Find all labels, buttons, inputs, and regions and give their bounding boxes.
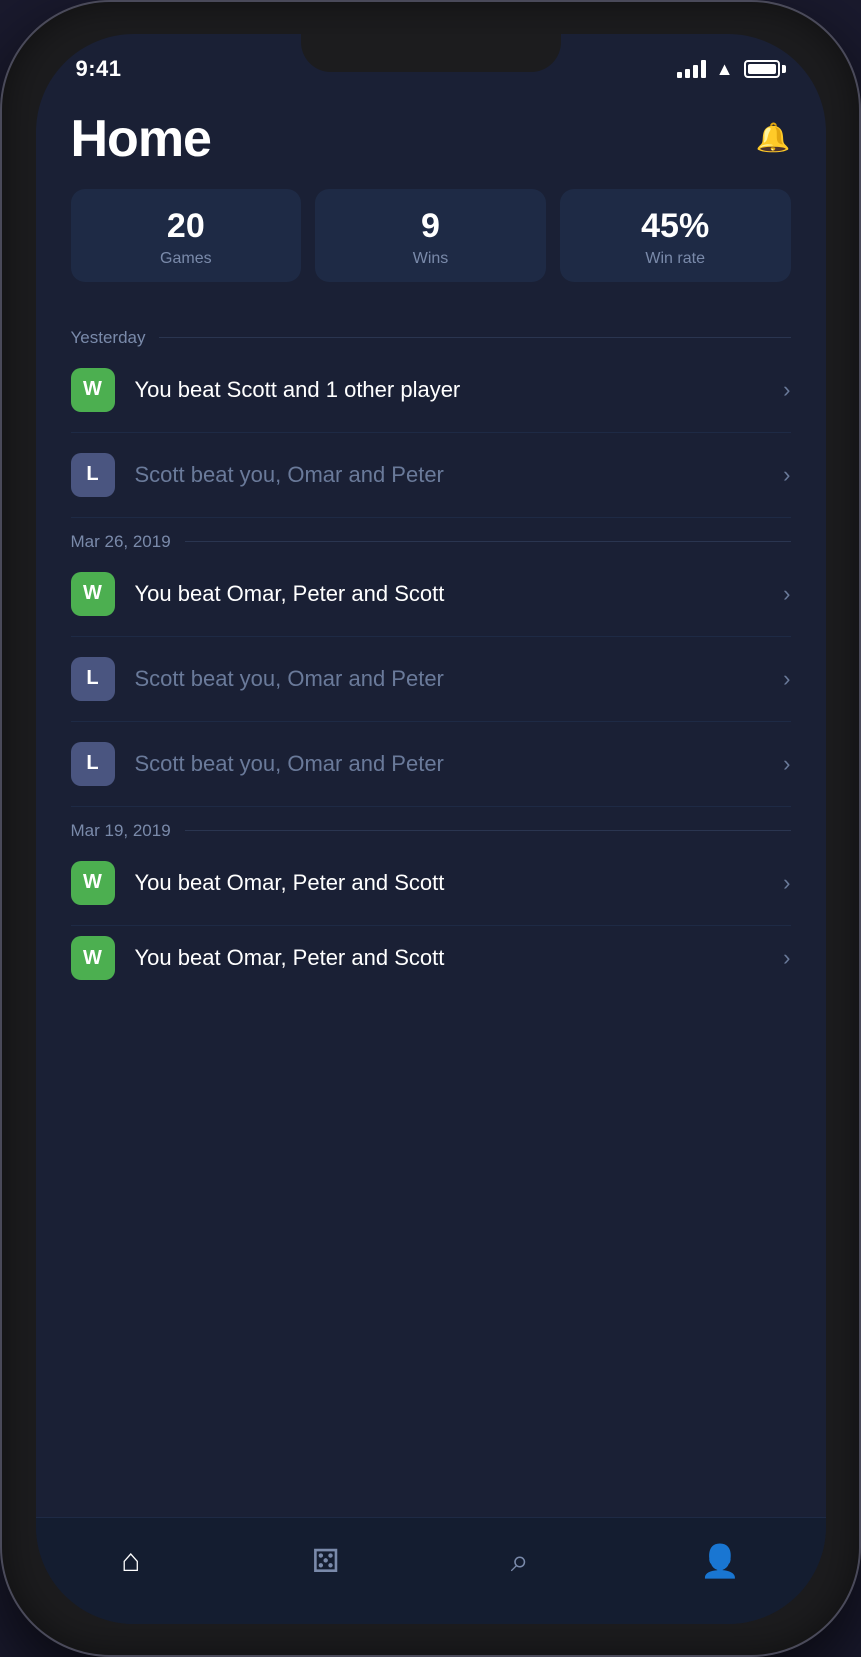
section-header-mar19: Mar 19, 2019	[71, 807, 791, 841]
game-list-scroll[interactable]: Yesterday W You beat Scott and 1 other p…	[71, 314, 791, 1517]
bottom-nav: ⌂ ⚄ ⌕ 👤	[36, 1517, 826, 1624]
chevron-right-icon: ›	[783, 462, 790, 488]
section-divider	[185, 541, 791, 542]
header: Home 🔔	[71, 89, 791, 189]
loss-badge: L	[71, 742, 115, 786]
game-text: You beat Scott and 1 other player	[135, 377, 774, 403]
section-label-mar19: Mar 19, 2019	[71, 821, 171, 841]
games-value: 20	[83, 207, 290, 246]
chevron-right-icon: ›	[783, 581, 790, 607]
nav-item-games[interactable]: ⚄	[292, 1534, 360, 1588]
list-item[interactable]: W You beat Omar, Peter and Scott ›	[71, 841, 791, 926]
chevron-right-icon: ›	[783, 377, 790, 403]
game-text: You beat Omar, Peter and Scott	[135, 870, 774, 896]
list-item[interactable]: W You beat Omar, Peter and Scott ›	[71, 926, 791, 991]
list-item[interactable]: L Scott beat you, Omar and Peter ›	[71, 433, 791, 518]
home-icon: ⌂	[121, 1542, 140, 1579]
game-text: Scott beat you, Omar and Peter	[135, 751, 774, 777]
chevron-right-icon: ›	[783, 870, 790, 896]
section-divider	[185, 830, 791, 831]
notch	[301, 34, 561, 72]
signal-icon	[677, 60, 706, 78]
list-item[interactable]: W You beat Scott and 1 other player ›	[71, 348, 791, 433]
search-icon: ⌕	[511, 1542, 529, 1580]
stat-card-games: 20 Games	[71, 189, 302, 282]
list-item[interactable]: L Scott beat you, Omar and Peter ›	[71, 637, 791, 722]
list-item[interactable]: L Scott beat you, Omar and Peter ›	[71, 722, 791, 807]
battery-icon	[744, 60, 786, 78]
dice-icon: ⚄	[312, 1542, 340, 1580]
section-header-yesterday: Yesterday	[71, 314, 791, 348]
game-text: You beat Omar, Peter and Scott	[135, 581, 774, 607]
chevron-right-icon: ›	[783, 666, 790, 692]
stat-card-winrate: 45% Win rate	[560, 189, 791, 282]
chevron-right-icon: ›	[783, 751, 790, 777]
section-label-mar26: Mar 26, 2019	[71, 532, 171, 552]
stat-card-wins: 9 Wins	[315, 189, 546, 282]
phone-frame: 9:41 ▲ Home	[0, 0, 861, 1657]
loss-badge: L	[71, 657, 115, 701]
chevron-right-icon: ›	[783, 945, 790, 971]
nav-item-search[interactable]: ⌕	[491, 1534, 549, 1588]
section-header-mar26: Mar 26, 2019	[71, 518, 791, 552]
screen-content: Home 🔔 20 Games 9 Wins 45% Win rate	[36, 89, 826, 1517]
status-icons: ▲	[677, 59, 786, 80]
list-item[interactable]: W You beat Omar, Peter and Scott ›	[71, 552, 791, 637]
page-title: Home	[71, 109, 211, 169]
win-badge: W	[71, 936, 115, 980]
wins-label: Wins	[327, 250, 534, 268]
winrate-label: Win rate	[572, 250, 779, 268]
section-divider	[159, 337, 790, 338]
game-text: Scott beat you, Omar and Peter	[135, 666, 774, 692]
nav-item-home[interactable]: ⌂	[101, 1534, 160, 1587]
notification-bell-icon[interactable]: 🔔	[756, 121, 791, 154]
stats-row: 20 Games 9 Wins 45% Win rate	[71, 189, 791, 282]
status-time: 9:41	[76, 56, 122, 82]
win-badge: W	[71, 368, 115, 412]
win-badge: W	[71, 572, 115, 616]
games-label: Games	[83, 250, 290, 268]
loss-badge: L	[71, 453, 115, 497]
wins-value: 9	[327, 207, 534, 246]
profile-icon: 👤	[700, 1542, 740, 1580]
phone-screen: 9:41 ▲ Home	[36, 34, 826, 1624]
game-text: Scott beat you, Omar and Peter	[135, 462, 774, 488]
game-text: You beat Omar, Peter and Scott	[135, 945, 774, 971]
nav-item-profile[interactable]: 👤	[680, 1534, 760, 1588]
section-label-yesterday: Yesterday	[71, 328, 146, 348]
win-badge: W	[71, 861, 115, 905]
wifi-icon: ▲	[716, 59, 734, 80]
winrate-value: 45%	[572, 207, 779, 246]
